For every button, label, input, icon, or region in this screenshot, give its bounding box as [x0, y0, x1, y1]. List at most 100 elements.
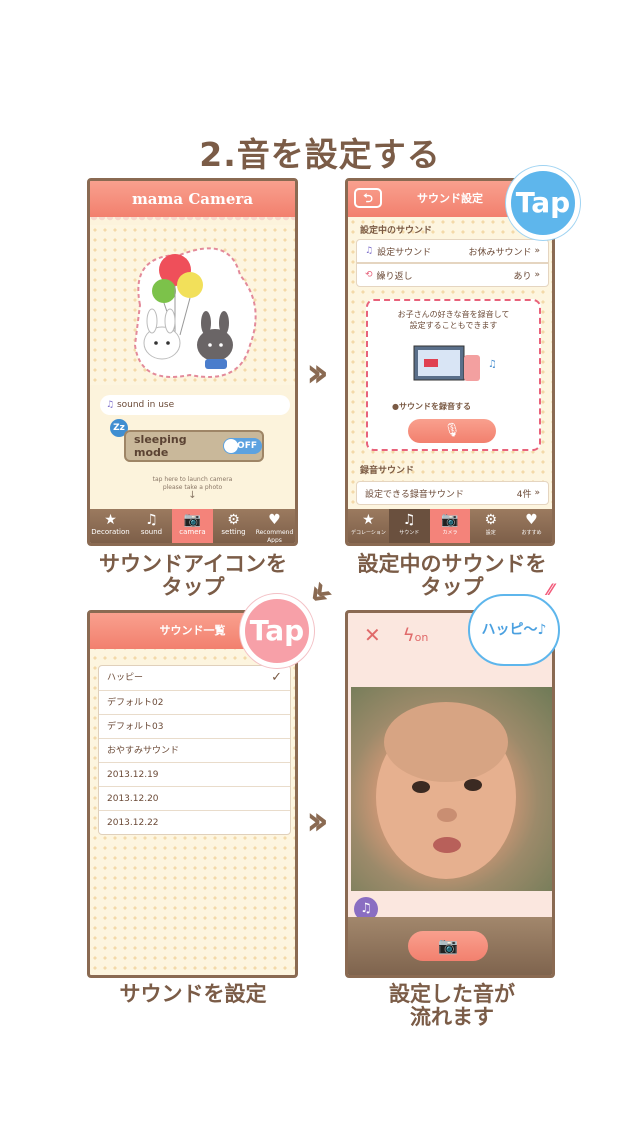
- music-note-icon: ♫: [360, 901, 372, 916]
- tab-bar: ★ Decoration ♫ sound 📷 camera ⚙ setting ♥ Rec…: [90, 509, 295, 543]
- camera-icon: 📷: [438, 936, 458, 955]
- caption-3-line-1: サウンドを設定: [119, 982, 267, 1006]
- caption-1-line-1: サウンドアイコンを: [99, 552, 287, 576]
- app-title: mama Camera: [131, 190, 254, 208]
- sound-list-title: サウンド一覧: [159, 624, 226, 637]
- camera-icon: 📷: [183, 512, 202, 528]
- screen-home: mama Camera ♫ sound in use Zz sleeping m…: [87, 178, 298, 546]
- promo-text: お子さんの好きな音を録音して 設定することもできます: [397, 310, 510, 330]
- shutter-button[interactable]: 📷: [408, 931, 488, 961]
- caption-1: サウンドアイコンを タップ: [80, 553, 306, 599]
- sound-list-item[interactable]: ハッピー ✓: [99, 666, 290, 690]
- tap-label: Tap: [515, 186, 571, 219]
- tab-sound[interactable]: ♫ サウンド: [388, 509, 430, 543]
- arrow-right-icon: ››: [306, 798, 329, 844]
- sound-list-item-label: ハッピー: [107, 673, 144, 683]
- tab-camera[interactable]: 📷 カメラ: [429, 509, 471, 543]
- repeat-icon: ⟲: [365, 270, 373, 280]
- stars-icon: ★: [362, 512, 375, 528]
- repeat-label: 繰り返し: [376, 271, 413, 282]
- tab-camera[interactable]: 📷 camera: [172, 509, 213, 543]
- sound-list-item[interactable]: デフォルト02: [99, 690, 290, 714]
- recorded-sounds-label: 設定できる録音サウンド: [365, 489, 464, 500]
- sleeping-mode-toggle[interactable]: OFF: [223, 438, 262, 454]
- camera-icon: 📷: [441, 512, 459, 528]
- flash-state: on: [414, 630, 429, 644]
- caption-2-line-1: 設定中のサウンドを: [357, 552, 547, 576]
- stars-icon: ★: [104, 512, 117, 528]
- flash-icon[interactable]: ϟon: [403, 625, 429, 646]
- record-button[interactable]: 🎙: [408, 419, 496, 443]
- caption-4-line-2: 流れます: [410, 1005, 494, 1029]
- svg-text:♫: ♫: [488, 359, 497, 370]
- tab-setting[interactable]: ⚙ 設定: [470, 509, 511, 543]
- sound-list-item-label: 2013.12.20: [107, 794, 159, 804]
- close-icon[interactable]: ✕: [364, 623, 381, 647]
- tab-decoration[interactable]: ★ Decoration: [90, 509, 131, 543]
- sound-list-item[interactable]: おやすみサウンド: [99, 738, 290, 762]
- heart-icon: ♥: [268, 512, 281, 528]
- toggle-state-label: OFF: [237, 441, 257, 451]
- caption-3: サウンドを設定: [80, 983, 306, 1006]
- caption-2: 設定中のサウンドを タップ: [340, 553, 564, 599]
- home-illustration[interactable]: [90, 225, 295, 385]
- music-note-icon: ♫: [365, 246, 374, 256]
- tab-sound[interactable]: ♫ sound: [131, 509, 172, 543]
- section-recorded-sound: 録音サウンド: [360, 466, 415, 476]
- sparkle-icon: ⁄⁄: [548, 580, 554, 599]
- heart-icon: ♥: [525, 512, 538, 528]
- row-current-sound[interactable]: ♫ 設定サウンド お休みサウンド»: [356, 239, 549, 263]
- section-current-sound: 設定中のサウンド: [360, 226, 433, 236]
- sound-list-item[interactable]: デフォルト03: [99, 714, 290, 738]
- sound-list-item[interactable]: 2013.12.19: [99, 762, 290, 786]
- camera-bottom-bar: 📷: [348, 917, 552, 975]
- sound-list-item-label: デフォルト03: [107, 722, 164, 732]
- music-note-icon: ♫: [402, 512, 416, 528]
- sound-list-item-label: 2013.12.19: [107, 770, 159, 780]
- current-sound-label: 設定サウンド: [377, 247, 432, 258]
- sound-list-item[interactable]: 2013.12.22: [99, 810, 290, 834]
- row-repeat[interactable]: ⟲ 繰り返し あり»: [356, 263, 549, 287]
- camera-preview[interactable]: [351, 687, 552, 891]
- arrow-right-icon: ››: [306, 350, 329, 396]
- tab-recommend[interactable]: ♥ おすすめ: [511, 509, 552, 543]
- row-recorded-sounds[interactable]: 設定できる録音サウンド 4件»: [356, 481, 549, 505]
- tab-bar: ★ デコレーション ♫ サウンド 📷 カメラ ⚙ 設定 ♥ おすすめ: [348, 509, 552, 543]
- camera-hint: tap here to launch camera please take a p…: [90, 476, 295, 501]
- sleeping-mode-label: sleeping mode: [134, 433, 187, 459]
- tap-callout-1: Tap: [506, 166, 580, 240]
- sound-settings-title: サウンド設定: [417, 192, 483, 205]
- tap-callout-2: Tap: [240, 594, 314, 668]
- sound-list-item-label: 2013.12.22: [107, 818, 159, 828]
- baby-photo: [376, 702, 516, 879]
- sound-list-item-label: デフォルト02: [107, 698, 164, 708]
- chevron-right-icon: »: [534, 488, 540, 498]
- sound-list-item[interactable]: 2013.12.20: [99, 786, 290, 810]
- music-note-icon: ♫: [106, 400, 115, 410]
- tab-decoration[interactable]: ★ デコレーション: [348, 509, 389, 543]
- tv-recording-illustration: ♫: [413, 345, 497, 381]
- caption-4-line-1: 設定した音が: [389, 982, 515, 1006]
- tap-label: Tap: [249, 614, 305, 647]
- caption-4: 設定した音が 流れます: [340, 983, 564, 1029]
- music-note-icon: ♫: [145, 512, 158, 528]
- sleeping-mode-switch[interactable]: sleeping mode OFF: [124, 430, 264, 462]
- hint-line-1: tap here to launch camera: [152, 476, 233, 483]
- happy-sound-callout: ハッピ〜♪: [468, 594, 560, 666]
- recorded-sounds-count: 4件: [516, 489, 532, 500]
- tab-setting[interactable]: ⚙ setting: [213, 509, 254, 543]
- current-sound-value: お休みサウンド: [468, 247, 532, 258]
- bunny-balloon-illustration: [133, 247, 257, 378]
- sound-in-use-label: sound in use: [116, 400, 175, 410]
- microphone-icon: 🎙: [443, 423, 461, 438]
- app-header: mama Camera: [90, 181, 295, 217]
- sound-in-use-bar[interactable]: ♫ sound in use: [100, 395, 290, 415]
- repeat-value: あり: [513, 271, 532, 282]
- tab-recommend[interactable]: ♥ Recommend Apps: [254, 509, 295, 543]
- chevron-right-icon: »: [534, 270, 540, 280]
- gear-icon: ⚙: [227, 512, 240, 528]
- chevron-right-icon: »: [534, 246, 540, 256]
- gear-icon: ⚙: [484, 512, 498, 528]
- record-label: ●サウンドを録音する: [392, 402, 471, 411]
- back-button[interactable]: ⮌: [354, 188, 382, 208]
